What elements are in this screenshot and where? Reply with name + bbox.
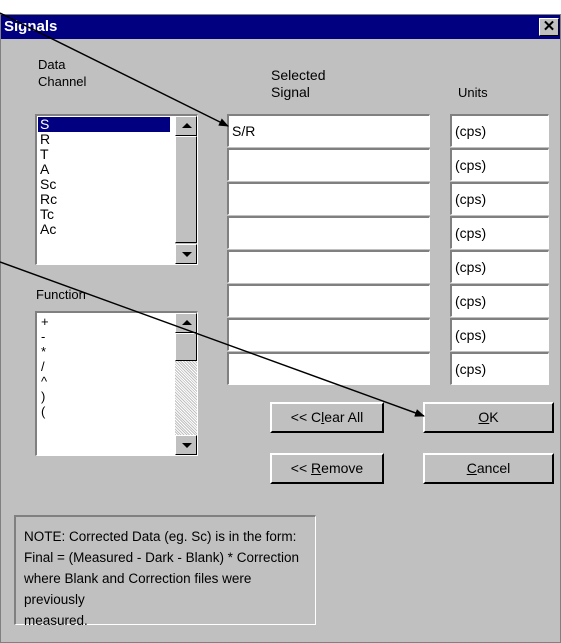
selected-signal-field-3[interactable] xyxy=(227,182,430,215)
units-field-1[interactable]: (cps) xyxy=(450,114,549,147)
arrow-down-icon xyxy=(182,443,192,448)
scroll-down-button[interactable] xyxy=(175,244,197,264)
list-item[interactable]: A xyxy=(38,162,170,177)
selected-signal-field-7[interactable] xyxy=(227,318,430,351)
units-value: (cps) xyxy=(455,327,487,343)
function-items: + - * / ^ ) ( xyxy=(38,314,170,434)
remove-prefix: << xyxy=(290,460,312,476)
remove-suffix: emove xyxy=(321,460,364,476)
note-line-3: where Blank and Correction files were pr… xyxy=(24,571,252,607)
data-channel-label: Data Channel xyxy=(38,57,87,89)
list-item[interactable]: ( xyxy=(38,404,170,419)
close-icon: ✕ xyxy=(542,18,556,35)
units-value: (cps) xyxy=(455,361,487,377)
list-item[interactable]: + xyxy=(38,314,170,329)
cancel-suffix: ancel xyxy=(476,460,511,476)
units-field-2[interactable]: (cps) xyxy=(450,148,549,181)
list-item[interactable]: ) xyxy=(38,389,170,404)
note-line-4: measured. xyxy=(24,613,88,628)
list-item[interactable]: S xyxy=(38,117,170,132)
selected-signal-field-5[interactable] xyxy=(227,250,430,283)
list-item[interactable]: * xyxy=(38,344,170,359)
scroll-up-button[interactable] xyxy=(175,313,197,333)
selected-signal-field-1[interactable]: S/R xyxy=(227,114,430,147)
units-field-4[interactable]: (cps) xyxy=(450,216,549,249)
close-button[interactable]: ✕ xyxy=(539,18,559,36)
units-field-3[interactable]: (cps) xyxy=(450,182,549,215)
scroll-thumb[interactable] xyxy=(175,136,197,243)
units-field-7[interactable]: (cps) xyxy=(450,318,549,351)
units-value: (cps) xyxy=(455,259,487,275)
function-scrollbar[interactable] xyxy=(175,313,197,455)
scroll-up-button[interactable] xyxy=(175,116,197,136)
selected-signal-label: Selected Signal xyxy=(271,67,326,100)
signal-value: S/R xyxy=(232,123,256,139)
selected-signal-field-6[interactable] xyxy=(227,284,430,317)
selected-signal-field-8[interactable] xyxy=(227,352,430,385)
list-item[interactable]: - xyxy=(38,329,170,344)
units-value: (cps) xyxy=(455,157,487,173)
data-channel-list[interactable]: S R T A Sc Rc Tc Ac xyxy=(35,114,198,265)
cancel-mnemonic: C xyxy=(466,460,477,476)
units-field-8[interactable]: (cps) xyxy=(450,352,549,385)
remove-mnemonic: R xyxy=(311,460,322,476)
units-value: (cps) xyxy=(455,293,487,309)
units-label: Units xyxy=(458,85,488,100)
dialog-title: Signals xyxy=(4,18,58,35)
function-label: Function xyxy=(36,287,86,302)
scroll-thumb[interactable] xyxy=(175,333,197,361)
list-item[interactable]: Sc xyxy=(38,177,170,192)
data-channel-scrollbar[interactable] xyxy=(175,116,197,264)
list-item[interactable]: / xyxy=(38,359,170,374)
selected-signal-field-4[interactable] xyxy=(227,216,430,249)
list-item[interactable]: Rc xyxy=(38,192,170,207)
list-item[interactable] xyxy=(38,419,170,434)
units-value: (cps) xyxy=(455,123,487,139)
clear-all-prefix: << C xyxy=(290,409,322,425)
arrow-down-icon xyxy=(182,252,192,257)
list-item[interactable]: R xyxy=(38,132,170,147)
cancel-button[interactable]: Cancel xyxy=(423,453,554,484)
ok-suffix: K xyxy=(489,409,499,425)
list-item[interactable]: Tc xyxy=(38,207,170,222)
note-line-2: Final = (Measured - Dark - Blank) * Corr… xyxy=(24,550,299,565)
units-value: (cps) xyxy=(455,191,487,207)
scroll-down-button[interactable] xyxy=(175,435,197,455)
data-channel-items: S R T A Sc Rc Tc Ac xyxy=(38,117,170,237)
note-box: NOTE: Corrected Data (eg. Sc) is in the … xyxy=(14,515,316,628)
title-bar: Signals ✕ xyxy=(1,15,560,39)
clear-all-button[interactable]: << Clear All xyxy=(270,402,384,433)
arrow-up-icon xyxy=(182,320,192,325)
list-item[interactable]: Ac xyxy=(38,222,170,237)
units-field-5[interactable]: (cps) xyxy=(450,250,549,283)
ok-button[interactable]: OK xyxy=(423,402,554,433)
clear-all-suffix: ear All xyxy=(324,409,364,425)
units-field-6[interactable]: (cps) xyxy=(450,284,549,317)
ok-mnemonic: O xyxy=(478,409,490,425)
function-list[interactable]: + - * / ^ ) ( xyxy=(35,311,198,456)
arrow-up-icon xyxy=(182,123,192,128)
selected-signal-field-2[interactable] xyxy=(227,148,430,181)
list-item[interactable]: ^ xyxy=(38,374,170,389)
units-value: (cps) xyxy=(455,225,487,241)
remove-button[interactable]: << Remove xyxy=(270,453,384,484)
list-item[interactable]: T xyxy=(38,147,170,162)
note-line-1: NOTE: Corrected Data (eg. Sc) is in the … xyxy=(24,529,297,544)
signals-dialog: Signals ✕ Data Channel Selected Signal U… xyxy=(0,14,561,643)
